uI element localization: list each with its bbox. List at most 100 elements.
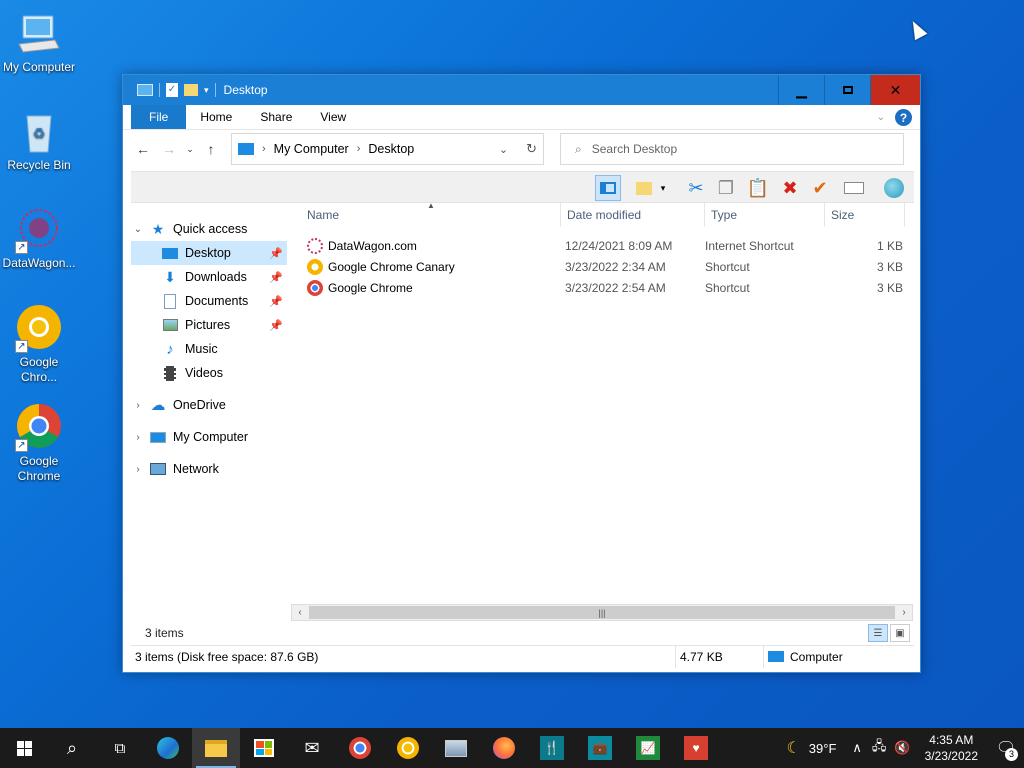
pin-icon[interactable]: 📌 bbox=[269, 319, 283, 332]
arrow-left-icon: ← bbox=[136, 141, 150, 157]
tab-share[interactable]: Share bbox=[246, 105, 306, 129]
recent-locations-button[interactable]: ⌄ bbox=[185, 139, 195, 159]
weather-temp[interactable]: 39°F bbox=[809, 741, 837, 756]
chrome-canary-icon bbox=[397, 737, 419, 759]
chevron-down-icon: ⌄ bbox=[186, 143, 194, 154]
column-header-size[interactable]: Size bbox=[825, 202, 905, 227]
file-row[interactable]: DataWagon.com 12/24/2021 8:09 AM Interne… bbox=[295, 235, 909, 256]
nav-item-music[interactable]: ♪ Music bbox=[131, 337, 287, 361]
tab-home[interactable]: Home bbox=[186, 105, 246, 129]
chevron-down-icon[interactable]: ▾ bbox=[204, 85, 209, 96]
back-button[interactable]: ← bbox=[133, 139, 153, 159]
taskbar-chrome-canary[interactable] bbox=[384, 728, 432, 768]
taskbar-firefox[interactable] bbox=[480, 728, 528, 768]
scroll-left-icon[interactable]: ‹ bbox=[292, 607, 308, 618]
file-row[interactable]: Google Chrome 3/23/2022 2:54 AM Shortcut… bbox=[295, 277, 909, 298]
nav-label: Downloads bbox=[185, 270, 247, 284]
start-button[interactable] bbox=[0, 728, 48, 768]
chevron-up-icon[interactable]: ∧ bbox=[852, 740, 862, 756]
nav-item-desktop[interactable]: Desktop 📌 bbox=[131, 241, 287, 265]
paste-button[interactable]: 📋 bbox=[745, 175, 771, 201]
task-view-button[interactable]: ⧉ bbox=[96, 728, 144, 768]
properties-button[interactable] bbox=[841, 175, 867, 201]
search-box[interactable]: ⌕ Search Desktop bbox=[560, 133, 904, 165]
view-buttons: ☰ ▣ bbox=[868, 624, 910, 642]
new-folder-button[interactable] bbox=[631, 175, 657, 201]
large-icons-view-button[interactable]: ▣ bbox=[890, 624, 910, 642]
nav-item-downloads[interactable]: ⬇ Downloads 📌 bbox=[131, 265, 287, 289]
arrow-right-icon: → bbox=[162, 141, 176, 157]
nav-onedrive[interactable]: › ☁ OneDrive bbox=[131, 393, 287, 417]
column-header-date[interactable]: Date modified bbox=[561, 202, 705, 227]
taskbar-edge[interactable] bbox=[144, 728, 192, 768]
address-bar[interactable]: › My Computer › Desktop ⌄ ↻ bbox=[231, 133, 544, 165]
desktop-icon-chrome[interactable]: ↗ Google Chrome bbox=[0, 404, 78, 484]
minimize-button[interactable]: ▁ bbox=[778, 75, 824, 105]
scrollbar-thumb[interactable]: ||| bbox=[309, 606, 895, 619]
taskbar-mail[interactable]: ✉ bbox=[288, 728, 336, 768]
nav-quick-access[interactable]: ⌄ ★ Quick access bbox=[131, 217, 287, 241]
help-icon[interactable]: ? bbox=[895, 109, 912, 126]
taskbar-app-briefcase[interactable]: 💼 bbox=[576, 728, 624, 768]
details-view-button[interactable]: ☰ bbox=[868, 624, 888, 642]
forward-button[interactable]: → bbox=[159, 139, 179, 159]
volume-muted-icon[interactable]: 🔇 bbox=[894, 740, 910, 756]
desktop-icon-recycle-bin[interactable]: ♻ Recycle Bin bbox=[0, 108, 78, 173]
notifications-button[interactable]: 🗨 3 bbox=[988, 728, 1024, 768]
taskbar-chrome[interactable] bbox=[336, 728, 384, 768]
preview-pane-button[interactable] bbox=[595, 175, 621, 201]
clock[interactable]: 4:35 AM 3/23/2022 bbox=[915, 732, 988, 764]
address-dropdown-icon[interactable]: ⌄ bbox=[499, 143, 508, 156]
up-button[interactable]: ↑ bbox=[201, 139, 221, 159]
column-header-type[interactable]: Type bbox=[705, 202, 825, 227]
taskbar-app-teal[interactable]: 🍴 bbox=[528, 728, 576, 768]
nav-item-videos[interactable]: Videos bbox=[131, 361, 287, 385]
desktop-icon-label: DataWagon... bbox=[2, 256, 76, 270]
network-icon[interactable]: 🖧 bbox=[872, 737, 887, 759]
horizontal-scrollbar[interactable]: ‹ ||| › bbox=[291, 604, 913, 621]
nav-label: My Computer bbox=[173, 430, 249, 444]
refresh-icon[interactable]: ↻ bbox=[526, 141, 537, 157]
chrome-icon: ↗ bbox=[15, 404, 63, 452]
taskbar-file-explorer[interactable] bbox=[192, 728, 240, 768]
properties-icon[interactable]: ✓ bbox=[166, 83, 178, 97]
file-row[interactable]: Google Chrome Canary 3/23/2022 2:34 AM S… bbox=[295, 256, 909, 277]
delete-button[interactable]: ✖ bbox=[777, 175, 803, 201]
desktop-icon-datawagon[interactable]: ↗ DataWagon... bbox=[0, 206, 78, 271]
taskbar-app-health[interactable]: ♥ bbox=[672, 728, 720, 768]
cut-button[interactable]: ✂ bbox=[683, 175, 709, 201]
taskbar-app-chart[interactable]: 📈 bbox=[624, 728, 672, 768]
title-bar[interactable]: ✓ ▾ Desktop ▁ ✕ bbox=[123, 75, 920, 105]
new-folder-icon[interactable] bbox=[184, 84, 198, 96]
pin-icon[interactable]: 📌 bbox=[269, 247, 283, 260]
network-icon bbox=[149, 461, 167, 477]
expand-ribbon-icon[interactable]: ⌄ bbox=[877, 112, 885, 123]
rename-button[interactable]: ✔ bbox=[807, 175, 833, 201]
desktop-icon-chrome-canary[interactable]: ↗ Google Chro... bbox=[0, 305, 78, 385]
tab-view[interactable]: View bbox=[306, 105, 360, 129]
desktop-icon-my-computer[interactable]: My Computer bbox=[0, 10, 78, 75]
pin-icon[interactable]: 📌 bbox=[269, 295, 283, 308]
copy-button[interactable]: ❐ bbox=[713, 175, 739, 201]
nav-network[interactable]: › Network bbox=[131, 457, 287, 481]
search-button[interactable]: ⌕ bbox=[48, 728, 96, 768]
folder-dropdown-button[interactable]: ▾ bbox=[657, 175, 669, 201]
breadcrumb-my-computer[interactable]: My Computer bbox=[274, 142, 349, 156]
close-button[interactable]: ✕ bbox=[870, 75, 920, 105]
taskbar-store[interactable] bbox=[240, 728, 288, 768]
breadcrumb-desktop[interactable]: Desktop bbox=[368, 142, 414, 156]
tab-file[interactable]: File bbox=[131, 105, 187, 129]
scroll-right-icon[interactable]: › bbox=[896, 607, 912, 618]
details-bar: 3 items (Disk free space: 87.6 GB) 4.77 … bbox=[131, 645, 914, 668]
computer-icon bbox=[149, 429, 167, 445]
maximize-button[interactable] bbox=[824, 75, 870, 105]
ribbon-right: ⌄ ? bbox=[877, 109, 912, 126]
nav-item-documents[interactable]: Documents 📌 bbox=[131, 289, 287, 313]
pin-icon[interactable]: 📌 bbox=[269, 271, 283, 284]
file-size: 1 KB bbox=[876, 238, 903, 253]
nav-item-pictures[interactable]: Pictures 📌 bbox=[131, 313, 287, 337]
network-button[interactable] bbox=[881, 175, 907, 201]
time: 4:35 AM bbox=[929, 733, 974, 747]
taskbar-photos[interactable] bbox=[432, 728, 480, 768]
nav-my-computer[interactable]: › My Computer bbox=[131, 425, 287, 449]
